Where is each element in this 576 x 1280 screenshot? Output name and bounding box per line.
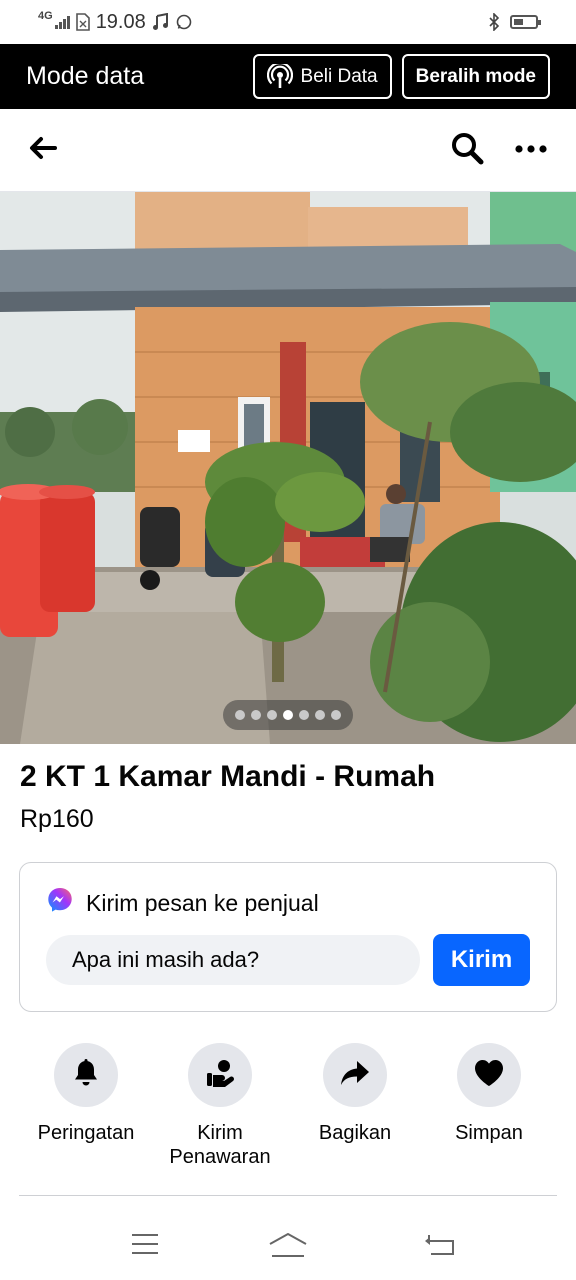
bluetooth-icon xyxy=(489,13,500,31)
back-icon[interactable] xyxy=(423,1232,455,1261)
top-nav-actions xyxy=(450,131,548,170)
broadcast-icon xyxy=(266,63,293,90)
listing-photo xyxy=(0,192,576,744)
status-right xyxy=(488,13,541,31)
carousel-dot xyxy=(331,710,341,720)
data-mode-actions: Beli Data Beralih mode xyxy=(252,54,550,99)
messenger-icon xyxy=(46,886,74,920)
whatsapp-icon xyxy=(176,14,192,30)
listing-photo-carousel[interactable] xyxy=(0,192,576,744)
home-icon[interactable] xyxy=(268,1232,308,1263)
carousel-dot xyxy=(251,710,261,720)
make-offer-action-circle[interactable] xyxy=(188,1043,252,1107)
status-left: 4G 19.08 xyxy=(38,10,192,34)
signal-icon xyxy=(54,15,70,29)
listing-price: Rp160 xyxy=(20,805,94,833)
share-action-label: Bagikan xyxy=(318,1122,392,1144)
data-mode-bar: Mode data Beli Data Beralih mode xyxy=(0,44,576,109)
more-icon[interactable] xyxy=(514,141,548,159)
switch-mode-button[interactable]: Beralih mode xyxy=(401,54,550,99)
listing-actions: Peringatan Kirim Penawaran Bagikan Simpa… xyxy=(0,1043,576,1183)
make-offer-action-label: Kirim Penawaran xyxy=(169,1122,271,1168)
carousel-dot xyxy=(235,710,245,720)
message-seller-card: Kirim pesan ke penjual Kirim xyxy=(19,862,557,1012)
network-type: 4G xyxy=(38,10,53,22)
switch-mode-label: Beralih mode xyxy=(415,65,536,87)
back-arrow-icon[interactable] xyxy=(28,135,58,166)
buy-data-button[interactable]: Beli Data xyxy=(252,54,392,99)
save-action-label: Simpan xyxy=(455,1122,523,1144)
listing-title: 2 KT 1 Kamar Mandi - Rumah xyxy=(20,760,436,793)
clock: 19.08 xyxy=(95,10,146,33)
share-action[interactable]: Bagikan xyxy=(288,1043,422,1145)
top-navigation xyxy=(0,109,576,192)
music-icon xyxy=(152,13,168,30)
search-icon[interactable] xyxy=(450,131,484,170)
share-icon xyxy=(339,1058,371,1093)
battery-icon xyxy=(510,15,541,29)
menu-icon[interactable] xyxy=(131,1232,159,1261)
carousel-dot xyxy=(267,710,277,720)
alert-action[interactable]: Peringatan xyxy=(19,1043,153,1145)
carousel-dot xyxy=(315,710,325,720)
sim-icon xyxy=(75,13,90,31)
alert-action-label: Peringatan xyxy=(37,1122,135,1144)
offer-icon xyxy=(204,1057,236,1094)
divider xyxy=(19,1195,557,1196)
carousel-dot xyxy=(299,710,309,720)
alert-action-circle[interactable] xyxy=(54,1043,118,1107)
status-bar: 4G 19.08 xyxy=(0,0,576,44)
save-action[interactable]: Simpan xyxy=(422,1043,556,1145)
message-card-heading: Kirim pesan ke penjual xyxy=(86,889,319,916)
heart-icon xyxy=(473,1058,505,1093)
bell-icon xyxy=(71,1058,101,1093)
carousel-dot-active xyxy=(283,710,293,720)
buy-data-label: Beli Data xyxy=(300,65,378,87)
message-input[interactable] xyxy=(46,935,420,985)
message-card-header: Kirim pesan ke penjual xyxy=(46,886,319,920)
save-action-circle[interactable] xyxy=(457,1043,521,1107)
data-mode-title: Mode data xyxy=(26,62,145,90)
send-message-button[interactable]: Kirim xyxy=(433,934,530,986)
share-action-circle[interactable] xyxy=(323,1043,387,1107)
carousel-indicator xyxy=(223,700,353,730)
make-offer-action[interactable]: Kirim Penawaran xyxy=(153,1043,287,1169)
system-navigation-bar xyxy=(0,1212,576,1280)
